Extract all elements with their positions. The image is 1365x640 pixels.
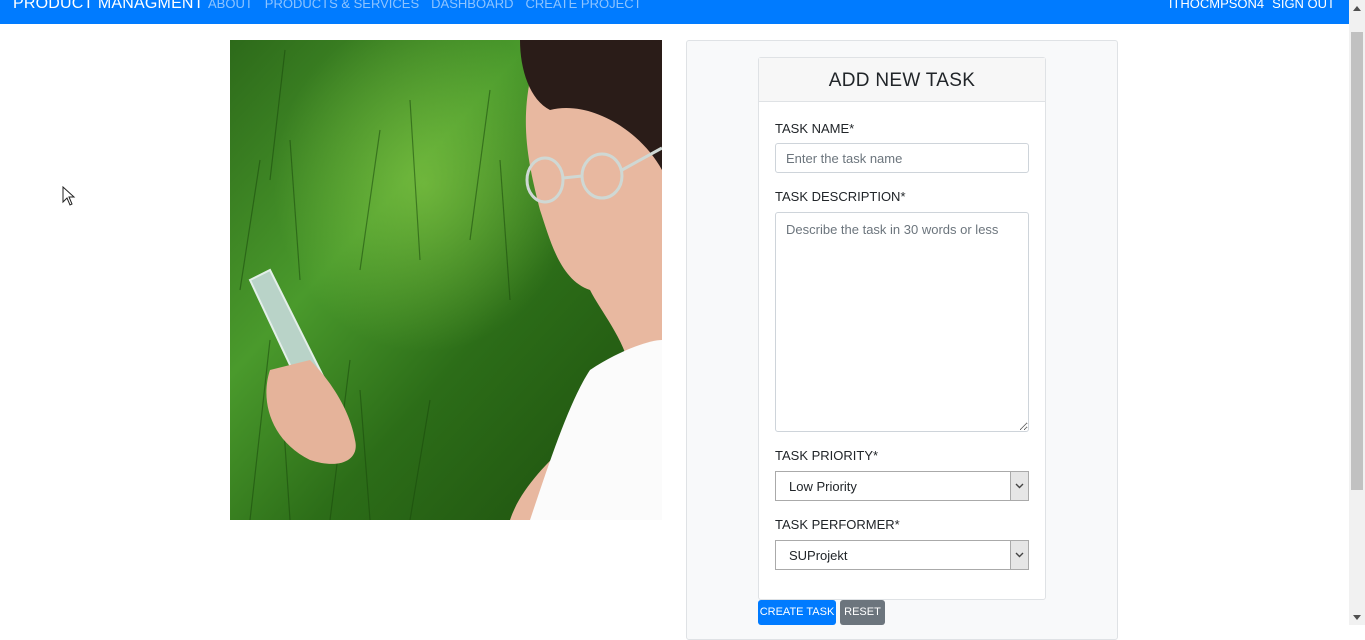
task-performer-label: TASK PERFORMER*	[775, 517, 900, 532]
nav-dashboard[interactable]: DASHBOARD	[431, 0, 513, 11]
nav-links: ABOUT PRODUCTS & SERVICES DASHBOARD CREA…	[208, 0, 642, 11]
nav-user-area: ITHOCMPSON4 SIGN OUT	[1169, 0, 1335, 11]
task-description-label: TASK DESCRIPTION*	[775, 189, 906, 204]
mouse-pointer-icon	[62, 185, 76, 211]
reset-button[interactable]: RESET	[840, 600, 885, 625]
chevron-down-icon[interactable]	[1010, 541, 1028, 569]
task-priority-label: TASK PRIORITY*	[775, 448, 879, 463]
add-task-card: ADD NEW TASK TASK NAME* TASK DESCRIPTION…	[758, 57, 1046, 600]
create-task-button[interactable]: CREATE TASK	[758, 600, 836, 625]
scrollbar-thumb[interactable]	[1351, 32, 1363, 490]
nav-products-services[interactable]: PRODUCTS & SERVICES	[265, 0, 419, 11]
scroll-down-icon[interactable]	[1349, 609, 1365, 625]
task-description-textarea[interactable]	[775, 212, 1029, 432]
task-priority-value: Low Priority	[789, 479, 857, 494]
task-priority-select[interactable]: Low Priority	[775, 471, 1029, 501]
nav-about[interactable]: ABOUT	[208, 0, 253, 11]
card-title: ADD NEW TASK	[759, 58, 1045, 102]
task-performer-select[interactable]: SUProjekt	[775, 540, 1029, 570]
nav-sign-out[interactable]: SIGN OUT	[1272, 0, 1335, 11]
nav-create-project[interactable]: CREATE PROJECT	[526, 0, 642, 11]
task-performer-value: SUProjekt	[789, 548, 848, 563]
scroll-up-icon[interactable]	[1349, 0, 1365, 16]
chevron-down-icon[interactable]	[1010, 472, 1028, 500]
brand-link[interactable]: PRODUCT MANAGMENT	[13, 0, 204, 13]
page-scrollbar[interactable]	[1349, 0, 1365, 625]
woman-with-phone-photo	[230, 40, 662, 520]
task-name-input[interactable]	[775, 143, 1029, 173]
hero-image	[230, 40, 662, 520]
top-navbar: PRODUCT MANAGMENT ABOUT PRODUCTS & SERVI…	[0, 0, 1349, 24]
nav-username[interactable]: ITHOCMPSON4	[1169, 0, 1264, 11]
task-name-label: TASK NAME*	[775, 121, 855, 136]
